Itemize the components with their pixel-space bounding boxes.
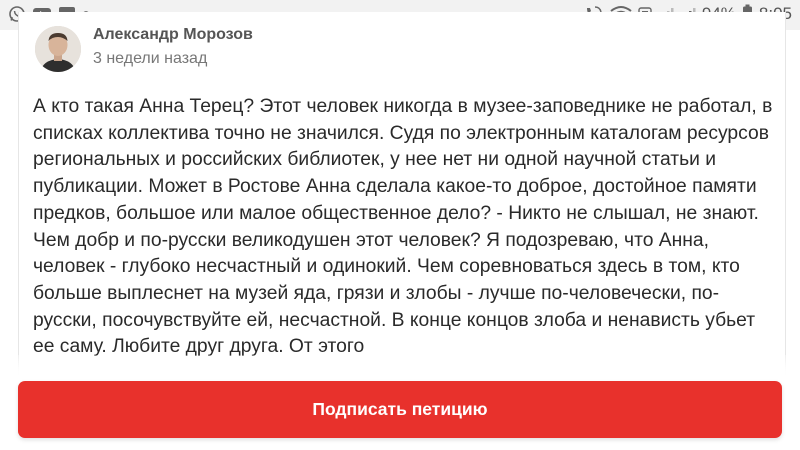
comment-time: 3 недели назад: [93, 50, 208, 67]
comment-text: А кто такая Анна Терец? Этот человек ник…: [33, 96, 773, 358]
avatar[interactable]: [35, 26, 81, 72]
user-photo-icon: [35, 26, 81, 72]
sign-petition-button[interactable]: Подписать петицию: [18, 381, 782, 438]
author-name[interactable]: Александр Морозов: [93, 26, 253, 44]
